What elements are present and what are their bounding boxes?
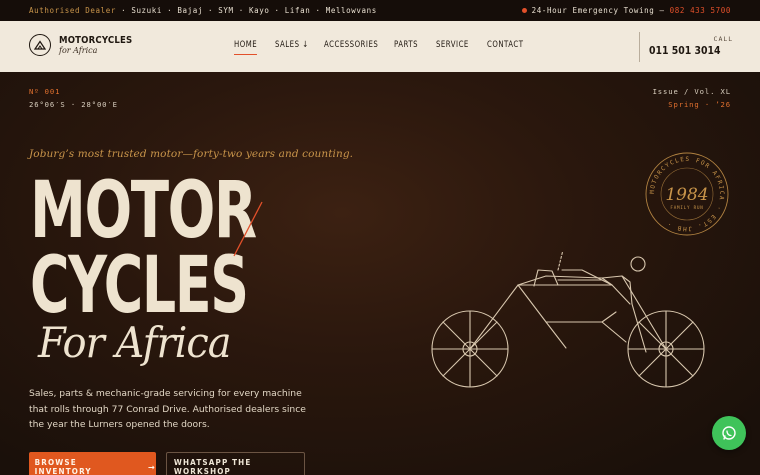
headline-for-africa: For Africa [38,318,232,367]
issue-number: Nº 001 [29,87,61,96]
towing-label: 24-Hour Emergency Towing — [531,6,665,15]
towing-info: 24-Hour Emergency Towing — 082 433 5700 [521,6,731,15]
stamp-sub: FAMILY RUN [670,205,703,210]
top-announcement-bar: Authorised Dealer · Suzuki · Bajaj · SYM… [0,0,760,21]
call-number[interactable]: 011 501 3014 [649,44,721,57]
browse-inventory-label: BROWSE INVENTORY [34,458,92,475]
brand-subtitle: for Africa [59,45,98,55]
headline-motor: MOTOR [30,166,257,256]
headline-cycles: CYCLES [30,241,249,331]
whatsapp-icon [722,426,736,440]
nav-item-sales[interactable]: SALES ↓ [275,40,309,50]
nav-item-contact[interactable]: CONTACT [487,40,524,50]
dealer-brands-list: · Suzuki · Bajaj · SYM · Kayo · Lifan · … [121,6,377,15]
whatsapp-workshop-button[interactable]: WHATSAPP THE WORKSHOP [166,452,305,475]
est-stamp-badge: MOTORCYCLES FOR AFRICA · EST. JHB · 1984… [645,152,729,236]
brand-logo[interactable]: MOTORCYCLES for Africa [29,34,140,56]
arrow-right-icon: → [147,462,156,472]
call-label: CALL [713,35,734,43]
nav-item-parts[interactable]: PARTS [394,40,418,50]
stamp-year: 1984 [665,185,708,205]
hero-tagline: Joburg’s most trusted motor—forty-two ye… [29,148,354,160]
call-box[interactable]: CALL 011 501 3014 [639,32,733,62]
nav-item-home[interactable]: HOME [234,40,258,55]
hero-section: Nº 001 26°06′S · 28°00′E Issue / Vol. XL… [0,72,760,475]
authorised-dealer-label: Authorised Dealer [29,6,116,15]
status-dot-icon [521,8,527,13]
motorcycle-illustration [431,252,705,388]
hero-meta-right: Issue / Vol. XL Spring · ’26 [653,85,731,111]
whatsapp-workshop-label: WHATSAPP THE WORKSHOP [173,458,252,475]
nav-item-service[interactable]: SERVICE [436,40,469,50]
brand-name: MOTORCYCLES [59,34,133,46]
browse-inventory-button[interactable]: BROWSE INVENTORY → [29,452,156,475]
nav-item-accessories[interactable]: ACCESSORIES [324,40,378,50]
coordinates: 26°06′S · 28°00′E [29,100,118,109]
issue-volume: Issue / Vol. XL [652,87,731,96]
main-navigation: MOTORCYCLES for Africa HOME SALES ↓ ACCE… [0,21,760,72]
decorative-slash [233,201,263,257]
hero-description: Sales, parts & mechanic-grade servicing … [29,388,306,430]
brand-mountain-icon [29,34,51,56]
hero-meta-left: Nº 001 26°06′S · 28°00′E [29,85,118,111]
season: Spring · ’26 [668,100,731,109]
dealer-brands: Authorised Dealer · Suzuki · Bajaj · SYM… [29,6,377,15]
towing-phone-link[interactable]: 082 433 5700 [670,6,731,15]
whatsapp-chat-button[interactable] [712,416,746,450]
